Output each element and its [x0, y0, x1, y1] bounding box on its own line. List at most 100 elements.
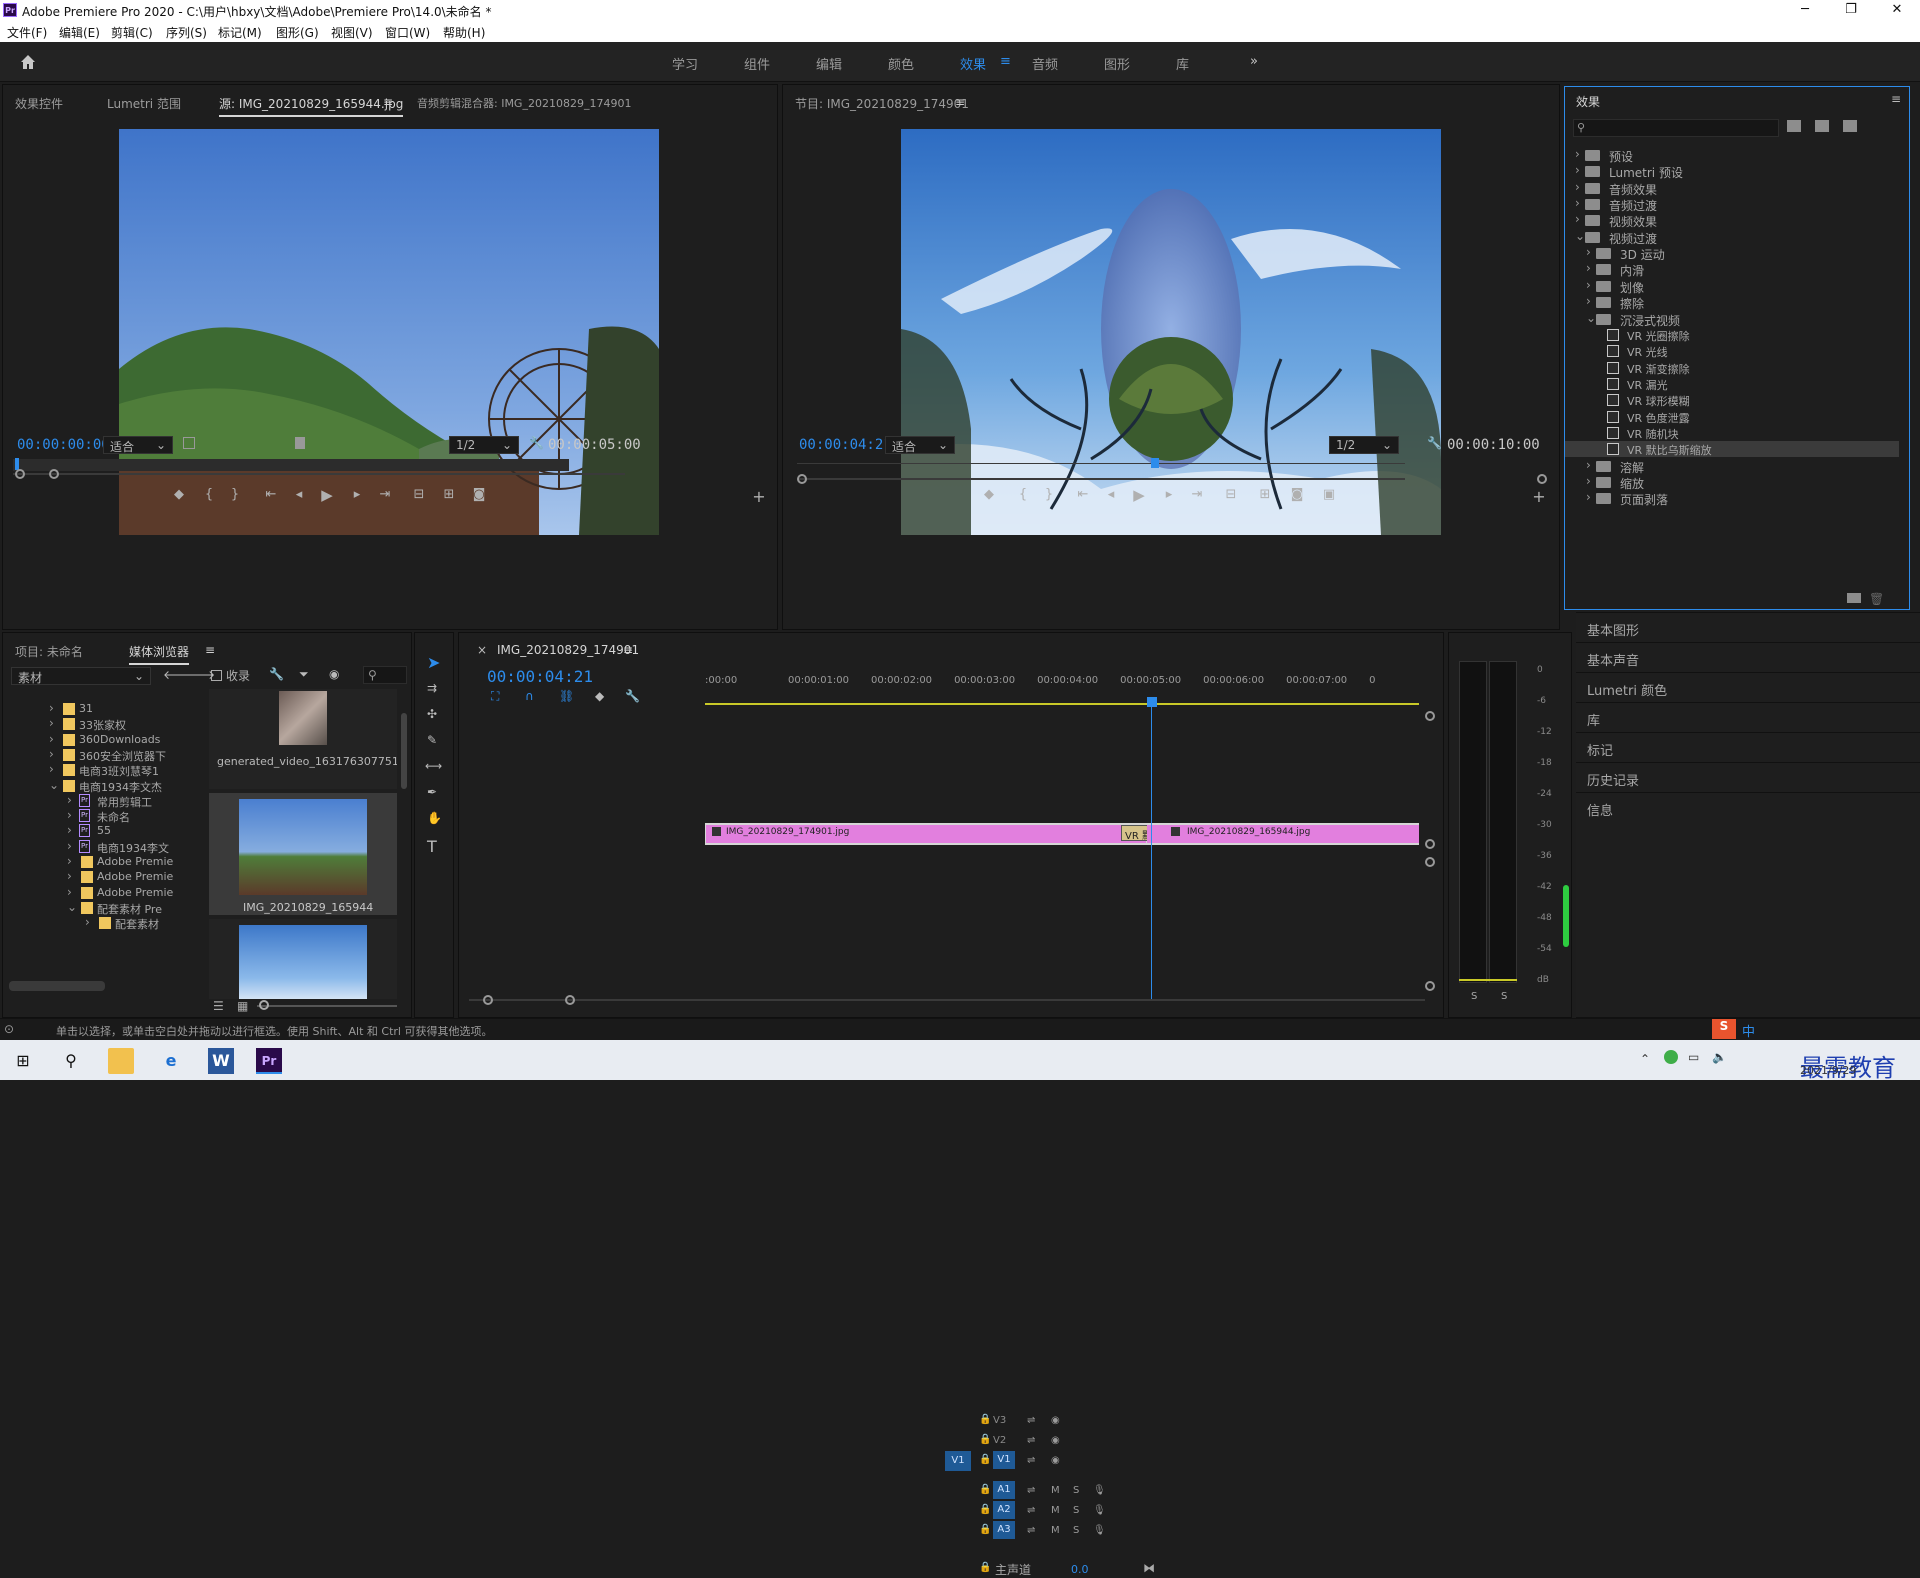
sync-lock-icon[interactable]: ⇌	[1027, 1485, 1035, 1496]
program-go-to-in-button[interactable]: ⇤	[1073, 487, 1093, 502]
chevron-right-icon[interactable]: ›	[49, 732, 54, 746]
windows-start-icon[interactable]: ⊞	[10, 1048, 36, 1074]
source-resolution-dropdown[interactable]: 1/2 ⌄	[449, 436, 519, 454]
toggle-output-eye-icon[interactable]: ◉	[1051, 1455, 1060, 1466]
view-icon[interactable]: ◉	[329, 667, 339, 681]
vertical-zoom-handle-top[interactable]	[1425, 711, 1435, 721]
export-frame-button[interactable]: ◙	[469, 487, 489, 502]
program-wrench-icon[interactable]: 🔧	[1427, 436, 1442, 450]
overwrite-button[interactable]: ⊞	[439, 487, 459, 502]
program-menu-icon[interactable]: ≡	[955, 95, 965, 109]
menu-markers[interactable]: 标记(M)	[218, 24, 262, 41]
thumbnail-size-handle[interactable]	[259, 1000, 269, 1010]
chevron-right-icon[interactable]: ›	[1586, 294, 1591, 308]
wrench-icon[interactable]: 🔧	[529, 436, 544, 450]
chevron-right-icon[interactable]: ›	[85, 915, 90, 929]
comparison-view-button[interactable]: ▣	[1319, 487, 1339, 502]
program-fit-dropdown[interactable]: 适合 ⌄	[885, 436, 955, 454]
delete-icon[interactable]: 🗑	[1869, 592, 1884, 606]
track-lock-icon[interactable]: 🔒	[979, 1434, 991, 1445]
program-go-to-out-button[interactable]: ⇥	[1187, 487, 1207, 502]
chevron-right-icon[interactable]: ›	[1586, 474, 1591, 488]
workspace-effects[interactable]: 效果	[960, 54, 986, 73]
media-browser-menu-icon[interactable]: ≡	[205, 643, 215, 657]
timeline-horizontal-scrollbar[interactable]	[469, 999, 1425, 1001]
chevron-right-icon[interactable]: ›	[1586, 261, 1591, 275]
sequence-tab[interactable]: IMG_20210829_174901	[497, 643, 639, 657]
source-patch-v1[interactable]: V1	[945, 1451, 971, 1471]
source-zoom-left-handle[interactable]	[15, 469, 25, 479]
ingest-checkbox[interactable]	[211, 670, 222, 681]
timeline-ruler[interactable]: :00:00 00:00:01:00 00:00:02:00 00:00:03:00 0…	[705, 673, 1419, 703]
effect-folder[interactable]: › 内滑	[1565, 261, 1899, 278]
effect-item[interactable]: VR 渐变擦除	[1565, 360, 1899, 376]
effect-folder[interactable]: ⌄ 视频过渡	[1565, 229, 1899, 246]
panel-essential-sound[interactable]: 基本声音	[1576, 642, 1920, 672]
chevron-down-icon[interactable]: ⌄	[67, 900, 77, 914]
effect-item[interactable]: VR 光圈擦除	[1565, 327, 1899, 343]
chevron-right-icon[interactable]: ›	[1575, 212, 1580, 226]
program-zoom-right-handle[interactable]	[1537, 474, 1547, 484]
tab-lumetri-scopes[interactable]: Lumetri 范围	[107, 95, 181, 112]
chevron-down-icon[interactable]: ⌄	[1586, 311, 1596, 325]
chevron-right-icon[interactable]: ›	[1586, 245, 1591, 259]
tray-360-icon[interactable]	[1664, 1050, 1678, 1064]
workspace-learn[interactable]: 学习	[672, 54, 698, 73]
thumbnail-item-selected[interactable]: IMG_20210829_165944	[209, 793, 397, 915]
program-time-ruler[interactable]	[797, 463, 1405, 464]
menu-window[interactable]: 窗口(W)	[385, 24, 430, 41]
media-search-input[interactable]: ⚲	[363, 666, 407, 684]
timeline-scroll-left-handle[interactable]	[483, 995, 493, 1005]
premiere-taskbar-icon[interactable]: Pr	[256, 1048, 282, 1074]
chevron-right-icon[interactable]: ›	[67, 854, 72, 868]
program-play-button[interactable]: ▶	[1129, 486, 1149, 504]
sequence-menu-icon[interactable]: ≡	[623, 643, 633, 657]
insert-button[interactable]: ⊟	[409, 487, 429, 502]
solo-right-button[interactable]: S	[1501, 991, 1507, 1002]
effect-folder[interactable]: › 3D 运动	[1565, 245, 1899, 262]
step-forward-button[interactable]: ▸	[347, 487, 367, 502]
ingest-settings-icon[interactable]: 🔧	[269, 667, 284, 681]
program-mark-in-button[interactable]: {	[1013, 487, 1033, 502]
chevron-right-icon[interactable]: ›	[1575, 180, 1580, 194]
insert-overlay-icon[interactable]	[183, 437, 195, 449]
home-icon[interactable]	[18, 52, 38, 72]
sync-lock-icon[interactable]: ⇌	[1027, 1525, 1035, 1536]
tray-network-icon[interactable]: ▭	[1688, 1050, 1699, 1064]
menu-edit[interactable]: 编辑(E)	[59, 24, 100, 41]
sync-lock-icon[interactable]: ⇌	[1027, 1455, 1035, 1466]
timeline-scroll-right-handle[interactable]	[565, 995, 575, 1005]
source-current-timecode[interactable]: 00:00:00:00	[17, 437, 110, 453]
master-channel-icon[interactable]: ⧓	[1143, 1561, 1155, 1575]
thumbnail-size-slider[interactable]	[257, 1005, 397, 1007]
solo-track-button[interactable]: S	[1073, 1525, 1079, 1536]
chevron-down-icon[interactable]: ⌄	[1575, 229, 1585, 243]
taskbar-search-icon[interactable]: ⚲	[58, 1048, 84, 1074]
chevron-right-icon[interactable]: ›	[1586, 278, 1591, 292]
location-dropdown[interactable]: 素材 ⌄	[11, 667, 151, 685]
audio-zoom-handle-bottom[interactable]	[1425, 981, 1435, 991]
track-lock-icon[interactable]: 🔒	[979, 1414, 991, 1425]
track-lock-icon[interactable]: 🔒	[979, 1484, 991, 1495]
effect-folder[interactable]: › 视频效果	[1565, 212, 1899, 229]
menu-sequence[interactable]: 序列(S)	[166, 24, 207, 41]
master-lock-icon[interactable]: 🔒	[979, 1562, 991, 1573]
chevron-right-icon[interactable]: ›	[67, 885, 72, 899]
linked-selection-icon[interactable]: ⛓	[559, 689, 574, 703]
toggle-output-eye-icon[interactable]: ◉	[1051, 1435, 1060, 1446]
workspace-assembly[interactable]: 组件	[744, 54, 770, 73]
program-export-frame-button[interactable]: ◙	[1287, 487, 1307, 502]
clip-img-165944[interactable]: IMG_20210829_165944.jpg	[1147, 825, 1419, 843]
program-current-timecode[interactable]: 00:00:04:21	[799, 437, 892, 453]
vertical-zoom-handle-mid[interactable]	[1425, 839, 1435, 849]
work-area-bar[interactable]	[705, 703, 1419, 705]
program-playhead[interactable]	[1151, 458, 1159, 468]
program-zoom-left-handle[interactable]	[797, 474, 807, 484]
track-lock-icon[interactable]: 🔒	[979, 1504, 991, 1515]
effect-folder[interactable]: › 划像	[1565, 278, 1899, 295]
tray-chevron-icon[interactable]: ⌃	[1640, 1052, 1650, 1066]
ime-mode[interactable]: 中	[1742, 1021, 1755, 1040]
tray-volume-icon[interactable]: 🔈	[1712, 1050, 1727, 1064]
thumbnail-item[interactable]	[209, 919, 397, 999]
filter-icon[interactable]: ⏷	[299, 667, 309, 682]
